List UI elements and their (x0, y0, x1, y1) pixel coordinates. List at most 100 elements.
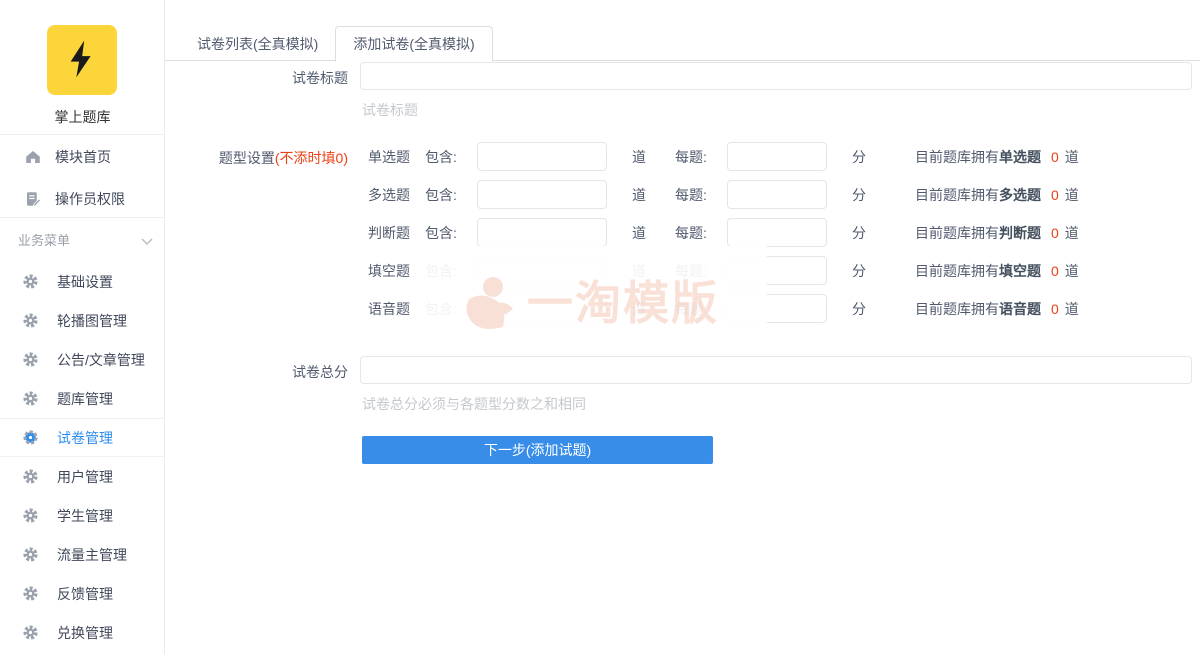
bank-count-unit: 道 (1065, 149, 1079, 165)
sidebar-menu: 基础设置 轮播图管理 (0, 262, 165, 652)
sidebar-menu-item-label: 题库管理 (57, 389, 113, 409)
sidebar-menu-item-label: 公告/文章管理 (57, 350, 145, 370)
paper-title-input[interactable] (360, 62, 1192, 90)
bank-count-value: 0 (1051, 301, 1059, 317)
tab-label: 试卷列表(全真模拟) (197, 34, 318, 54)
sidebar-menu-item[interactable]: 流量主管理 (0, 535, 165, 574)
question-type-name: 单选题 (368, 147, 410, 167)
sidebar-menu-item[interactable]: 基础设置 (0, 262, 165, 301)
next-step-button[interactable]: 下一步(添加试题) (362, 436, 713, 464)
bank-prefix: 目前题库拥有 (915, 301, 999, 317)
sidebar-item-label: 操作员权限 (55, 189, 125, 209)
question-count-input[interactable] (477, 142, 607, 171)
sidebar-divider (0, 217, 165, 218)
bank-count-info: 目前题库拥有填空题0道 (915, 261, 1079, 281)
score-unit-label: 分 (852, 185, 866, 205)
bank-count-value: 0 (1051, 187, 1059, 203)
gear-icon (22, 507, 39, 524)
sidebar-menu-item[interactable]: 兑换管理 (0, 613, 165, 652)
gear-icon (22, 273, 39, 290)
app-logo (47, 25, 117, 95)
question-count-input[interactable] (477, 256, 607, 285)
gear-icon (22, 351, 39, 368)
per-question-label: 每题: (675, 185, 707, 205)
count-unit-label: 道 (632, 299, 646, 319)
per-question-score-input[interactable] (727, 142, 827, 171)
gear-icon (22, 585, 39, 602)
tab[interactable]: 试卷列表(全真模拟) (180, 26, 335, 61)
bank-prefix: 目前题库拥有 (915, 225, 999, 241)
question-type-rows: 单选题 包含: 道 每题: 分 目前题库拥有单选题0道 多选题 包含: 道 每题… (165, 141, 1200, 324)
bank-count-info: 目前题库拥有语音题 0道 (915, 299, 1079, 319)
count-unit-label: 道 (632, 223, 646, 243)
tab-label: 添加试卷(全真模拟) (353, 34, 474, 54)
sidebar-menu-item[interactable]: 用户管理 (0, 457, 165, 496)
bank-prefix: 目前题库拥有 (915, 263, 999, 279)
gear-icon (22, 468, 39, 485)
sidebar-item[interactable]: 模块首页 (0, 136, 165, 178)
per-question-score-input[interactable] (727, 180, 827, 209)
question-type-row: 多选题 包含: 道 每题: 分 目前题库拥有多选题0道 (165, 179, 1200, 210)
gear-icon (22, 429, 39, 446)
bank-count-unit: 道 (1065, 225, 1079, 241)
question-count-input[interactable] (477, 180, 607, 209)
sidebar-menu-item-label: 轮播图管理 (57, 311, 127, 331)
chevron-down-icon (141, 233, 153, 249)
bank-prefix: 目前题库拥有 (915, 187, 999, 203)
bank-question-type: 单选题 (999, 149, 1041, 165)
sidebar-menu-item[interactable]: 学生管理 (0, 496, 165, 535)
bank-count-unit: 道 (1065, 263, 1079, 279)
per-question-label: 每题: (675, 147, 707, 167)
sidebar: 掌上题库 模块首页 操作员权限 业务菜单 (0, 0, 165, 654)
contains-label: 包含: (425, 261, 457, 281)
sidebar-menu-item-label: 学生管理 (57, 506, 113, 526)
question-type-name: 多选题 (368, 185, 410, 205)
main-content: 试卷列表(全真模拟) 添加试卷(全真模拟) 试卷标题 试卷标题 题型设置(不添时… (165, 0, 1200, 654)
bank-count-info: 目前题库拥有判断题 0道 (915, 223, 1079, 243)
contains-label: 包含: (425, 147, 457, 167)
sidebar-menu-item[interactable]: 轮播图管理 (0, 301, 165, 340)
question-type-row: 语音题 包含: 道 每题: 分 目前题库拥有语音题0道 (165, 293, 1200, 324)
sidebar-menu-item[interactable]: 公告/文章管理 (0, 340, 165, 379)
sidebar-menu-item[interactable]: 试卷管理 (0, 418, 165, 457)
total-score-input[interactable] (360, 356, 1192, 384)
bank-count-value: 0 (1051, 225, 1059, 241)
sidebar-menu-item[interactable]: 题库管理 (0, 379, 165, 418)
per-question-score-input[interactable] (727, 218, 827, 247)
question-type-row: 判断题 包含: 道 每题: 分 目前题库拥有判断题0道 (165, 217, 1200, 248)
sidebar-menu-item-label: 试卷管理 (57, 428, 113, 448)
sidebar-menu-item-label: 兑换管理 (57, 623, 113, 643)
per-question-label: 每题: (675, 261, 707, 281)
bank-question-type: 判断题 (999, 225, 1041, 241)
total-score-hint: 试卷总分必须与各题型分数之和相同 (362, 394, 586, 414)
lightning-logo-icon (60, 37, 104, 84)
paper-title-label: 试卷标题 (165, 68, 348, 88)
per-question-score-input[interactable] (727, 256, 827, 285)
per-question-score-input[interactable] (727, 294, 827, 323)
home-icon (24, 148, 42, 166)
sidebar-menu-item[interactable]: 反馈管理 (0, 574, 165, 613)
bank-count-value: 0 (1051, 149, 1059, 165)
question-type-name: 语音题 (368, 299, 410, 319)
sidebar-top-items: 模块首页 操作员权限 (0, 136, 165, 220)
sidebar-menu-item-label: 用户管理 (57, 467, 113, 487)
bank-count-info: 目前题库拥有多选题0道 (915, 185, 1079, 205)
sidebar-section-business[interactable]: 业务菜单 (0, 224, 165, 254)
bank-count-value: 0 (1051, 263, 1059, 279)
contains-label: 包含: (425, 223, 457, 243)
bank-count-unit: 道 (1065, 301, 1079, 317)
question-count-input[interactable] (477, 218, 607, 247)
bank-question-type: 多选题 (999, 187, 1041, 203)
score-unit-label: 分 (852, 147, 866, 167)
sidebar-menu-item-label: 基础设置 (57, 272, 113, 292)
per-question-label: 每题: (675, 299, 707, 319)
question-count-input[interactable] (477, 294, 607, 323)
score-unit-label: 分 (852, 299, 866, 319)
gear-icon (22, 312, 39, 329)
gear-icon (22, 624, 39, 641)
tab[interactable]: 添加试卷(全真模拟) (335, 26, 492, 62)
bank-prefix: 目前题库拥有 (915, 149, 999, 165)
bank-question-type: 语音题 (999, 301, 1041, 317)
sidebar-item[interactable]: 操作员权限 (0, 178, 165, 220)
per-question-label: 每题: (675, 223, 707, 243)
